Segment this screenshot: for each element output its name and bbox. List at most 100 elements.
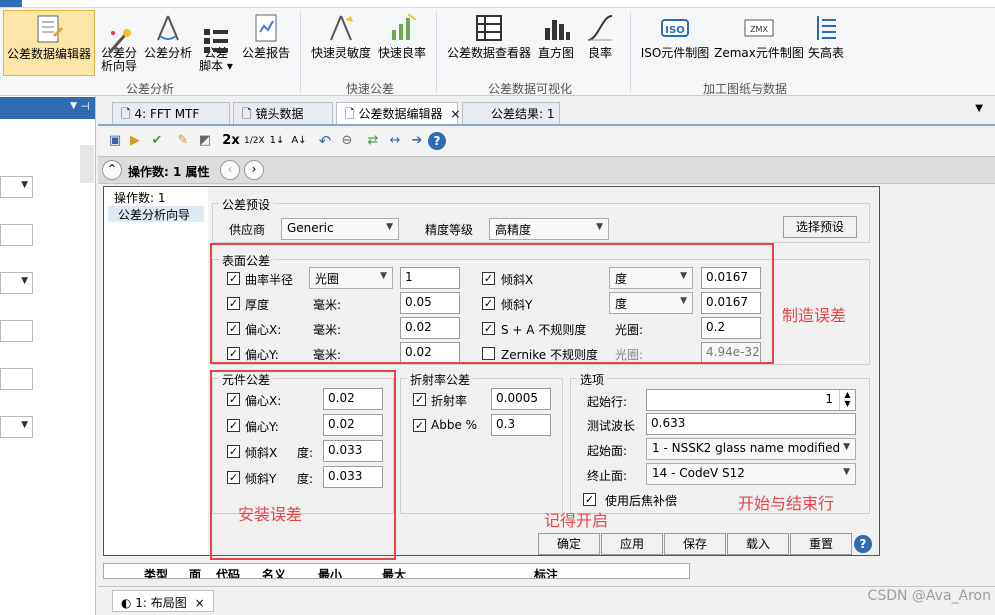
load-button[interactable]: 载入: [727, 533, 789, 555]
zemax-drawing-button[interactable]: ZMX Zemax元件制图: [713, 10, 805, 76]
abbe-checkbox[interactable]: ✓: [413, 419, 426, 432]
yield-button[interactable]: 良率: [580, 10, 620, 76]
backfocus-label: 使用后焦补偿: [605, 494, 678, 508]
editor-icon[interactable]: ◩: [196, 132, 214, 150]
left-input[interactable]: [0, 224, 33, 246]
list-icon: [200, 12, 232, 53]
zmx-icon: ZMX: [743, 12, 775, 44]
sync-icon[interactable]: ⇄: [364, 132, 382, 150]
start-surface-label: 起始面:: [587, 444, 628, 458]
help-icon[interactable]: ?: [854, 535, 872, 553]
help-icon[interactable]: ?: [428, 132, 446, 150]
tab-tolerance-results[interactable]: 公差结果: 1: [462, 102, 560, 124]
grid-header-nominal: 名义: [262, 568, 287, 579]
collapse-chevron-icon[interactable]: ⌃: [102, 160, 122, 180]
svg-text:ZMX: ZMX: [750, 25, 768, 34]
half-icon[interactable]: 1/2X: [244, 132, 265, 150]
next-icon[interactable]: ›: [244, 160, 264, 180]
tree-item-wizard[interactable]: 公差分析向导: [108, 206, 204, 222]
save-icon[interactable]: ▣: [106, 132, 124, 150]
left-input[interactable]: [0, 368, 33, 390]
ribbon: 公差数据编辑器 公差分 析向导 公差分析 公差 脚本 ▾ 公差报告 公差分析 快…: [0, 8, 995, 96]
iso-drawing-button[interactable]: ISO ISO元件制图: [638, 10, 712, 76]
sag-table-button[interactable]: 矢高表: [806, 10, 846, 76]
previous-icon[interactable]: ‹: [220, 160, 240, 180]
tab-label: 公差结果: 1: [491, 107, 555, 121]
grade-select[interactable]: 高精度 ▼: [489, 218, 609, 240]
tab-tolerance-editor[interactable]: 🗋 公差数据编辑器 ×: [336, 102, 460, 124]
start-row-label: 起始行:: [587, 395, 628, 409]
dropdown-arrow-icon[interactable]: ▼: [70, 101, 77, 111]
annotation-start-end: 开始与结束行: [738, 494, 835, 513]
document-icon: 🗋: [345, 107, 359, 121]
grid-viewer-icon: [473, 12, 505, 44]
left-panel-scrollbar[interactable]: [80, 145, 94, 183]
tolerance-analysis-button[interactable]: 公差分析: [143, 10, 193, 76]
reset-button[interactable]: 重置: [790, 533, 852, 555]
tolerance-data-editor-button[interactable]: 公差数据编辑器: [3, 10, 95, 76]
tab-layout[interactable]: ◐ 1: 布局图 ×: [112, 590, 214, 612]
left-dropdown[interactable]: ▼: [0, 176, 33, 198]
left-dropdown[interactable]: ▼: [0, 272, 33, 294]
wizard-icon[interactable]: ✎: [174, 132, 192, 150]
end-surface-select[interactable]: 14 - CodeV S12 ▼: [646, 463, 856, 485]
histogram-button[interactable]: 直方图: [536, 10, 576, 76]
ok-button[interactable]: 确定: [538, 533, 600, 555]
menu-item-file[interactable]: [0, 0, 22, 7]
index-title: 折射率公差: [407, 371, 474, 388]
table-editor-icon: [33, 13, 65, 45]
sort-alpha-icon[interactable]: A↓: [290, 132, 308, 150]
close-icon[interactable]: ×: [450, 107, 460, 121]
left-input[interactable]: [0, 320, 33, 342]
quick-sensitivity-button[interactable]: 快速灵敏度: [306, 10, 376, 76]
tab-fft-mtf[interactable]: 🗋 4: FFT MTF: [112, 102, 230, 124]
tolerance-report-button[interactable]: 公差报告: [240, 10, 292, 76]
select-value: Generic: [287, 221, 334, 235]
select-preset-button[interactable]: 选择预设: [783, 216, 857, 238]
group-label-data-visualization: 公差数据可视化: [487, 82, 572, 96]
start-row-input[interactable]: 1: [646, 389, 856, 411]
chevron-down-icon: ▼: [21, 180, 28, 190]
tolerance-wizard-button[interactable]: 公差分 析向导: [97, 10, 141, 76]
backfocus-checkbox[interactable]: ✓: [583, 493, 596, 506]
apply-button[interactable]: 应用: [601, 533, 663, 555]
wavelength-input[interactable]: 0.633: [646, 413, 856, 435]
grid-header-comment: 标注: [534, 568, 559, 579]
grid-header-surface: 面: [189, 568, 202, 579]
end-surface-label: 终止面:: [587, 469, 628, 483]
toggle-icon[interactable]: ⊖: [338, 132, 356, 150]
collapse-icon[interactable]: ↔: [386, 132, 404, 150]
start-surface-select[interactable]: 1 - NSSK2 glass name modified ▼: [646, 438, 856, 460]
pin-icon[interactable]: ⊣: [80, 100, 90, 113]
double-icon[interactable]: 2x: [220, 132, 242, 150]
tab-lens-data[interactable]: 🗋 镜头数据: [233, 102, 333, 124]
histogram-icon: [540, 12, 572, 44]
index-input[interactable]: 0.0005: [491, 388, 551, 410]
vendor-select[interactable]: Generic ▼: [281, 218, 399, 240]
abbe-input[interactable]: 0.3: [491, 414, 551, 436]
chevron-down-icon: ▼: [386, 222, 393, 232]
tolerance-script-button[interactable]: 公差 脚本 ▾: [197, 10, 235, 76]
ribbon-label: 良率: [587, 46, 612, 60]
arrow-right-icon[interactable]: ➔: [408, 132, 426, 150]
quick-yield-button[interactable]: 快速良率: [376, 10, 428, 76]
ribbon-label: 公差分析: [143, 46, 192, 60]
preset-group: 公差预设 供应商 Generic ▼ 精度等级 高精度 ▼ 选择预设: [212, 196, 870, 243]
tab-menu-icon[interactable]: ▼: [975, 103, 983, 114]
undo-icon[interactable]: ↶: [316, 132, 334, 150]
tolerance-data-viewer-button[interactable]: 公差数据查看器: [442, 10, 536, 76]
group-label-tolerance-analysis: 公差分析: [125, 82, 174, 96]
menu-bar: [0, 0, 995, 8]
left-panel-title: ▼ ⊣: [0, 97, 95, 119]
ribbon-label: 公差报告: [241, 46, 290, 60]
sort-numeric-icon[interactable]: 1↓: [268, 132, 286, 150]
close-icon[interactable]: ×: [195, 596, 205, 610]
check-icon[interactable]: ✔: [148, 132, 166, 150]
load-icon[interactable]: ▶: [126, 132, 144, 150]
index-checkbox[interactable]: ✓: [413, 393, 426, 406]
start-row-spinner[interactable]: ▲ ▼: [839, 390, 855, 410]
chevron-down-icon: ▼: [843, 442, 850, 452]
document-tabs: 🗋 4: FFT MTF 🗋 镜头数据 🗋 公差数据编辑器 × 公差结果: 1 …: [98, 100, 995, 126]
left-dropdown[interactable]: ▼: [0, 416, 33, 438]
save-button[interactable]: 保存: [664, 533, 726, 555]
